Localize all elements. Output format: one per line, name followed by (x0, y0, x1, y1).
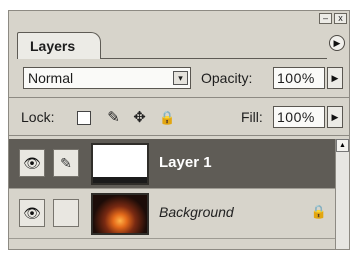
layer-list: 👁 ✎ Layer 1 👁 Background 🔒 (9, 139, 335, 239)
blend-mode-select[interactable]: Normal ▾ (23, 67, 191, 89)
eye-icon[interactable]: 👁 (20, 150, 44, 176)
fill-field[interactable]: 100% (273, 106, 325, 128)
close-button[interactable]: x (334, 13, 347, 24)
window-controls: – x (319, 13, 347, 24)
opacity-field[interactable]: 100% (273, 67, 325, 89)
tab-strip: Layers ▶ (9, 27, 349, 63)
opacity-label: Opacity: (201, 70, 253, 86)
scroll-up-arrow-icon[interactable]: ▲ (336, 139, 349, 152)
fill-slider-arrow-icon[interactable]: ▶ (327, 106, 343, 128)
brush-icon: ✎ (60, 155, 72, 171)
scrollbar[interactable]: ▲ (335, 139, 349, 249)
layer-row[interactable]: 👁 ✎ Layer 1 (9, 139, 335, 189)
blend-mode-value: Normal (28, 70, 74, 86)
layer-thumbnail (91, 143, 149, 185)
brush-lock-icon[interactable]: ✎ (105, 109, 122, 126)
layer-row[interactable]: 👁 Background 🔒 (9, 189, 335, 239)
padlock-icon[interactable]: 🔒 (159, 109, 176, 126)
layers-panel: – x Layers ▶ Normal ▾ Opacity: 100% ▶ Lo… (8, 10, 350, 250)
divider (9, 97, 349, 98)
eye-icon[interactable]: 👁 (20, 200, 44, 226)
transparency-lock-icon[interactable] (77, 111, 91, 125)
opacity-slider-arrow-icon[interactable]: ▶ (327, 67, 343, 89)
minimize-button[interactable]: – (319, 13, 332, 24)
fill-label: Fill: (241, 109, 263, 125)
tab-layers[interactable]: Layers (17, 32, 101, 59)
lock-row: Lock: ✎ ✥ 🔒 Fill: 100% ▶ (9, 103, 349, 133)
divider (9, 135, 349, 136)
layer-thumbnail (91, 193, 149, 235)
visibility-toggle[interactable]: 👁 (19, 149, 45, 177)
lock-label: Lock: (21, 109, 55, 125)
lock-icon: 🔒 (310, 204, 327, 219)
layer-name: Background (159, 204, 234, 220)
panel-menu-arrow-icon[interactable]: ▶ (329, 35, 345, 51)
layer-name: Layer 1 (159, 154, 212, 171)
link-brush-cell[interactable]: ✎ (53, 149, 79, 177)
visibility-toggle[interactable]: 👁 (19, 199, 45, 227)
blend-row: Normal ▾ Opacity: 100% ▶ (19, 67, 349, 91)
tab-divider (101, 58, 327, 59)
chevron-down-icon[interactable]: ▾ (173, 71, 188, 85)
link-brush-cell[interactable] (53, 199, 79, 227)
move-lock-icon[interactable]: ✥ (131, 109, 148, 126)
